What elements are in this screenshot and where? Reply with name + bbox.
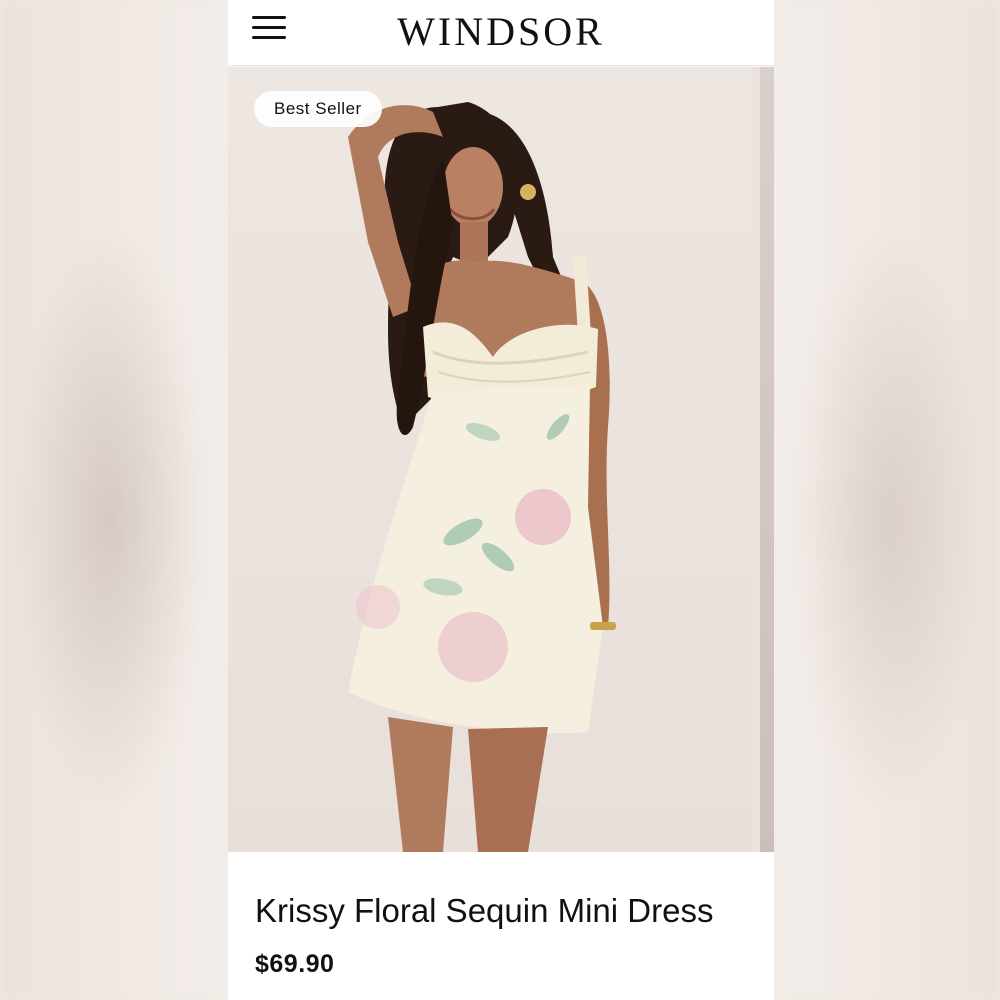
brand-logo[interactable]: WINDSOR [228, 8, 774, 55]
product-title[interactable]: Krissy Floral Sequin Mini Dress [255, 892, 713, 930]
model-illustration [348, 102, 616, 852]
next-image-peek[interactable] [760, 67, 774, 852]
product-price: $69.90 [255, 950, 335, 978]
site-header: WINDSOR [228, 0, 774, 66]
product-image-carousel[interactable]: Best Seller [228, 67, 774, 852]
product-image[interactable] [228, 67, 752, 852]
best-seller-badge: Best Seller [254, 91, 382, 127]
mobile-screen: WINDSOR Best Seller Krissy Floral Sequin… [228, 0, 774, 1000]
